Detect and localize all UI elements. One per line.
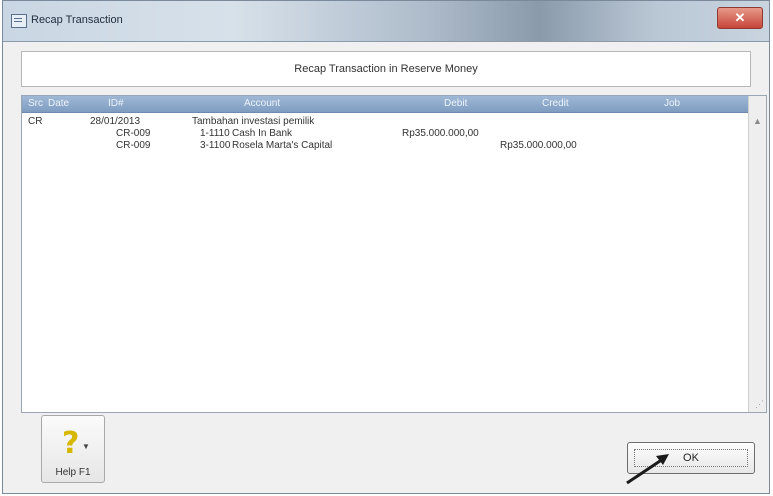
column-header-account[interactable]: Account	[244, 98, 280, 109]
row-src: CR	[28, 116, 43, 127]
help-button[interactable]: ? ▼ Help F1	[41, 415, 105, 483]
resize-grip-icon[interactable]: ⋰	[755, 399, 764, 410]
column-header-debit[interactable]: Debit	[444, 98, 467, 109]
row-account-number: 1-1110	[200, 128, 230, 139]
row-credit: Rp35.000.000,00	[500, 140, 577, 151]
column-header-src[interactable]: Src	[28, 98, 43, 109]
row-account: Cash In Bank	[232, 128, 293, 139]
help-button-label: Help F1	[55, 467, 91, 478]
row-date: 28/01/2013	[90, 116, 141, 127]
vertical-scrollbar[interactable]: ▲	[748, 96, 766, 412]
row-id: CR-009	[116, 140, 151, 151]
list-header: Src Date ID# Account Debit Credit Job	[22, 96, 749, 113]
row-account: Tambahan investasi pemilik	[192, 116, 315, 127]
column-header-credit[interactable]: Credit	[542, 98, 569, 109]
close-icon: ✕	[734, 10, 746, 25]
recap-header-text: Recap Transaction in Reserve Money	[294, 63, 478, 75]
row-account: Rosela Marta's Capital	[232, 140, 333, 151]
close-button[interactable]: ✕	[717, 7, 763, 29]
row-debit: Rp35.000.000,00	[402, 128, 479, 139]
window-title: Recap Transaction	[31, 14, 123, 26]
window-icon	[11, 14, 27, 28]
row-account-number: 3-1100	[200, 140, 231, 151]
recap-transaction-window: Recap Transaction ✕ Recap Transaction in…	[2, 0, 770, 494]
chevron-down-icon: ▼	[82, 442, 90, 451]
question-mark-icon: ?	[62, 426, 80, 461]
column-header-job[interactable]: Job	[664, 98, 680, 109]
row-id: CR-009	[116, 128, 151, 139]
column-header-id[interactable]: ID#	[108, 98, 124, 109]
transaction-list[interactable]: Src Date ID# Account Debit Credit Job CR…	[21, 95, 767, 413]
pointer-arrow-icon	[626, 454, 669, 485]
scroll-up-icon[interactable]: ▲	[753, 116, 762, 126]
title-bar[interactable]: Recap Transaction ✕	[3, 1, 769, 42]
column-header-date[interactable]: Date	[48, 98, 69, 109]
recap-header-panel: Recap Transaction in Reserve Money	[21, 51, 751, 87]
